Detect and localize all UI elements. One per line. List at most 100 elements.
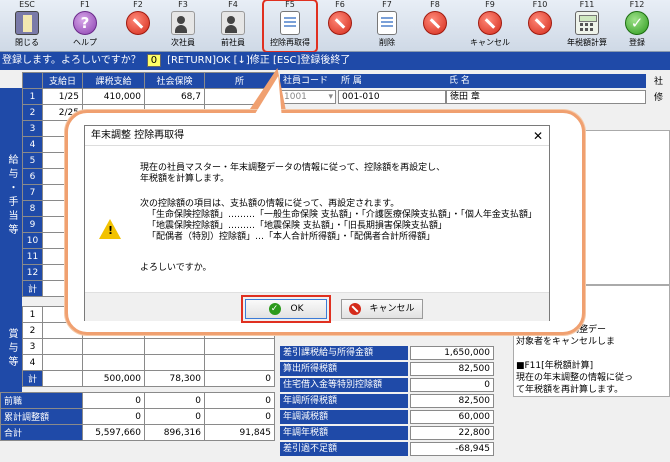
table-row[interactable]: 1 1/25 410,000 68,7 [22,88,275,105]
previous-employee-button[interactable]: F4 前社員 [208,0,258,52]
annual-tax-calc-button[interactable]: F11 年税額計算 [562,0,612,52]
cancel-button[interactable]: キャンセル [341,299,423,319]
salary-total-label: 計 [22,280,43,297]
row-taxable [82,338,145,355]
row-taxable: 410,000 [82,88,145,105]
reacquire-deductions-button[interactable]: F5 控除再取得 [262,0,318,53]
delete-button[interactable]: F7 削除 [362,0,412,52]
summary-label: 前職 [0,392,83,409]
reacquire-deductions-dialog: 年末調整 控除再取得 ✕ ! 現在の社員マスター・年末調整データの情報に従って、… [84,125,550,323]
result-value[interactable]: 60,000 [410,410,494,424]
summary-social: 896,316 [144,424,205,441]
prompt-input[interactable]: 0 [146,53,161,67]
row-tax [204,338,275,355]
chevron-down-icon[interactable]: ▾ [328,91,333,103]
summary-row: 前職 0 0 0 [0,392,275,409]
next-employee-button[interactable]: F3 次社員 [158,0,208,52]
cancel-icon [349,302,362,315]
close-icon[interactable]: ✕ [533,128,543,144]
question-icon: ? [73,11,97,35]
close-button[interactable]: ESC 閉じる [2,0,52,52]
key-label: F8 [430,0,440,9]
summary-tax: 0 [204,408,275,425]
key-label: F1 [80,0,90,9]
result-value[interactable]: -68,945 [410,442,494,456]
dialog-title: 年末調整 控除再取得 [85,126,549,146]
row-index: 6 [22,168,43,185]
dept-label: 所 属 [338,74,446,88]
dialog-footer: ✓ OK キャンセル [85,292,549,323]
table-row[interactable]: 3 [22,338,275,355]
result-label: 差引課税給与所得金額 [280,346,408,360]
cancel-label: キャンセル [369,304,415,314]
result-value[interactable]: 0 [410,378,494,392]
row-index: 8 [22,200,43,217]
row-index: 3 [22,120,43,137]
help-line: て年税額を再計算します。 [516,385,624,395]
disabled-icon [423,11,447,35]
row-index: 3 [22,338,43,355]
button-label: キャンセル [470,38,510,47]
dept-field[interactable]: 001-010 [338,90,446,104]
f10-button[interactable]: F10 [515,0,565,52]
bonus-total-taxable: 500,000 [82,370,145,387]
delete-document-icon [377,11,397,35]
message-line: 次の控除額の項目は、支払額の情報に従って、再設定されます。 [140,199,400,209]
key-label: F7 [382,0,392,9]
summary-tax: 0 [204,392,275,409]
result-value[interactable]: 82,500 [410,394,494,408]
button-label: 閉じる [15,38,39,47]
document-list-icon [280,11,300,35]
summary-taxable: 0 [82,408,145,425]
bonus-total-label: 計 [22,370,43,387]
summary-table: 前職 0 0 0 累計調整額 0 0 0 合計 5,597,660 896,316 91,845 [0,392,275,441]
help-line [516,348,667,360]
result-value[interactable]: 22,800 [410,426,494,440]
row-index: 2 [22,322,43,339]
name-field[interactable]: 徳田 章 [446,90,646,104]
bonus-total-tax: 0 [204,370,275,387]
button-label: 年税額計算 [567,38,607,47]
help-button[interactable]: F1 ? ヘルプ [60,0,110,52]
key-label: F2 [133,0,143,9]
summary-label: 合計 [0,424,83,441]
row-tax [204,354,275,371]
f8-button[interactable]: F8 [410,0,460,52]
bonus-section-label: 賞与等 [0,304,22,394]
result-label: 住宅借入金等特別控除額 [280,378,408,392]
row-index: 9 [22,216,43,233]
next-employee-icon [171,11,195,35]
row-index: 1 [22,306,43,323]
result-label: 年調減税額 [280,410,408,424]
summary-taxable: 0 [82,392,145,409]
ok-button[interactable]: ✓ OK [241,295,331,323]
result-value[interactable]: 82,500 [410,362,494,376]
summary-label: 累計調整額 [0,408,83,425]
f2-button[interactable]: F2 [113,0,163,52]
corner-sub-label: 修 [654,93,664,103]
ok-label: OK [290,304,304,314]
message-line: 年税額を計算します。 [140,174,230,184]
f6-button[interactable]: F6 [315,0,365,52]
row-index: 4 [22,354,43,371]
header-taxable: 課税支給 [82,72,145,89]
row-taxable [82,354,145,371]
name-label: 氏 名 [446,74,646,88]
row-index: 1 [22,88,43,105]
message-line: 「生命保険控除額」………「一般生命保険 支払額」・「介護医療保険支払額」・「個人… [147,210,537,220]
checkmark-icon: ✓ [268,302,281,315]
row-social [144,338,205,355]
header-index [22,72,43,89]
register-button[interactable]: F12 ✓ 登録 [612,0,662,52]
row-index: 12 [22,264,43,281]
previous-employee-icon [221,11,245,35]
result-value[interactable]: 1,650,000 [410,346,494,360]
cancel-toolbar-button[interactable]: F9 キャンセル [465,0,515,52]
disabled-icon [328,11,352,35]
summary-social: 0 [144,408,205,425]
function-key-toolbar: ESC 閉じる F1 ? ヘルプ F2 F3 次社員 F4 前社員 F5 控除再… [0,0,670,53]
table-row[interactable]: 4 [22,354,275,371]
summary-social: 0 [144,392,205,409]
message-line: 「地震保険控除額」………「地震保険 支払額」・「旧長期損害保険支払額」 [147,221,447,231]
cancel-x-icon [478,11,502,35]
